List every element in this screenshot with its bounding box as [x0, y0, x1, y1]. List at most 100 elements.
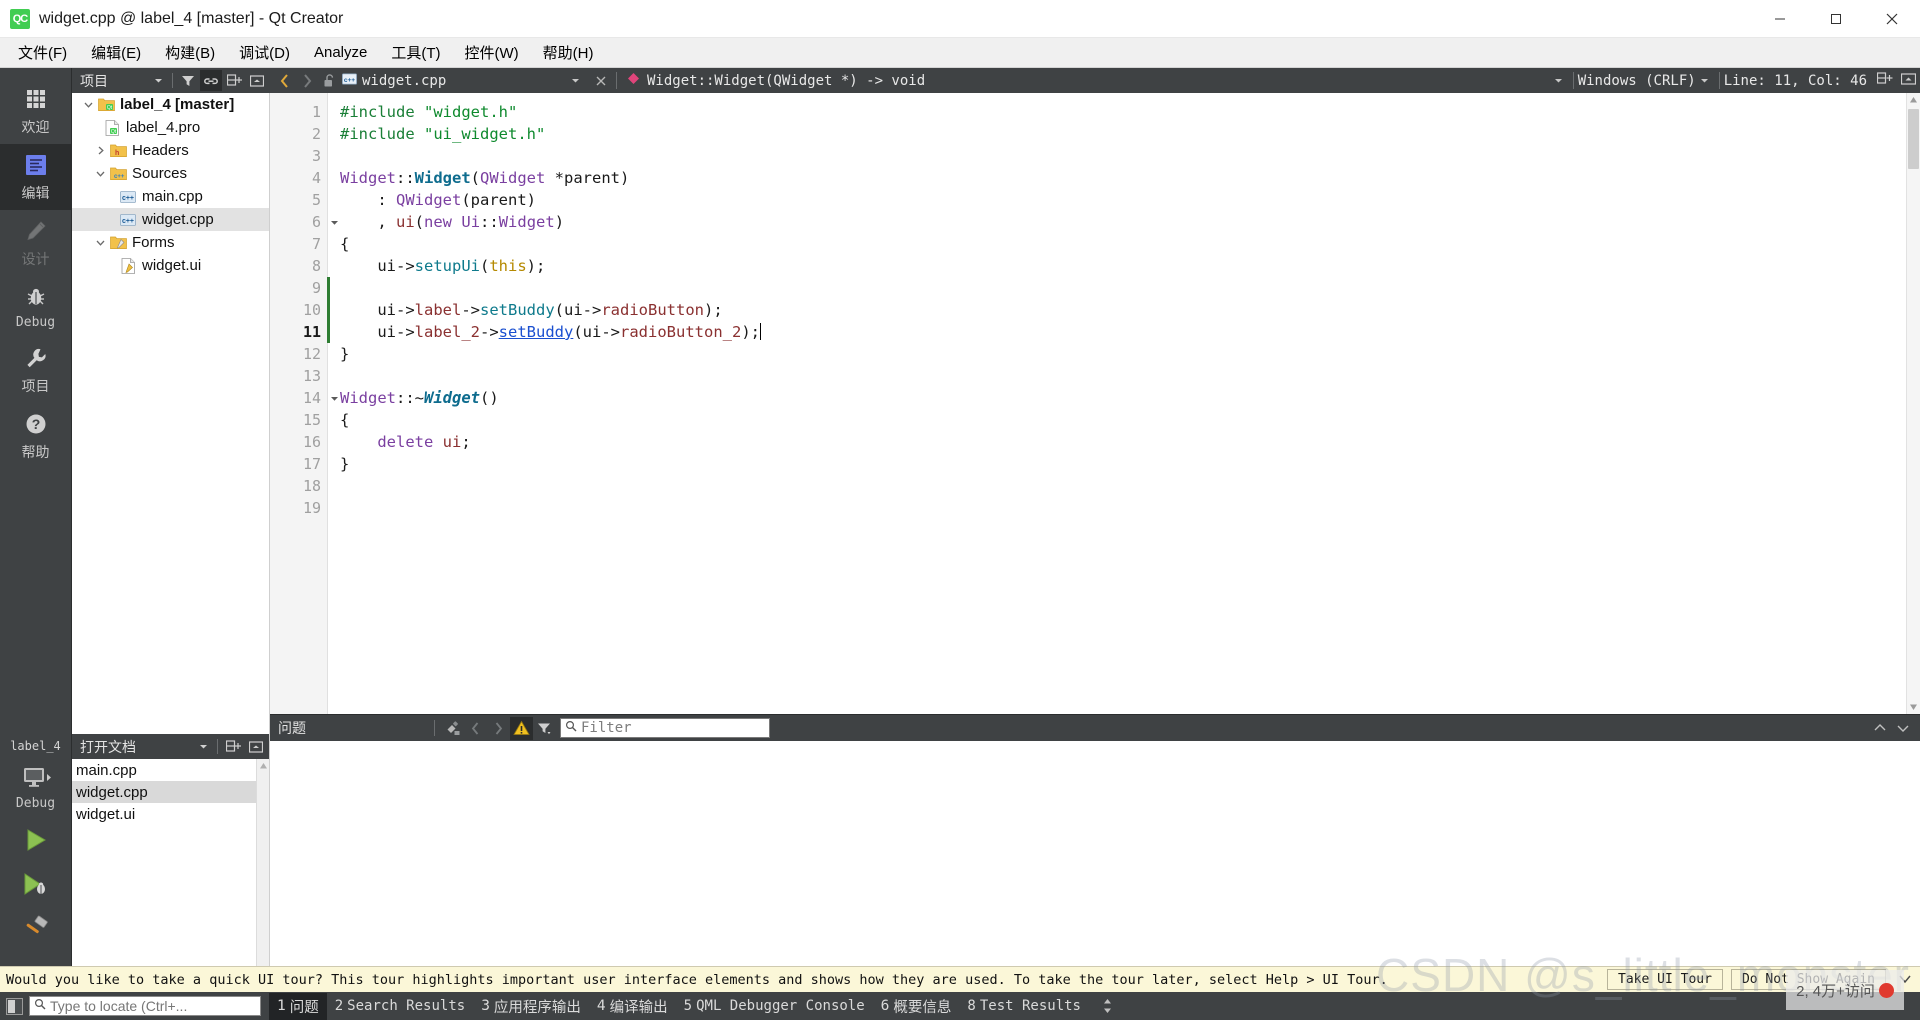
open-doc-item[interactable]: widget.ui — [72, 803, 269, 825]
scroll-up-icon[interactable] — [257, 759, 269, 773]
mode-item-help[interactable]: ? 帮助 — [0, 403, 71, 469]
tree-node-widget-cpp[interactable]: c++ widget.cpp — [72, 208, 269, 231]
run-button[interactable] — [0, 818, 71, 862]
expander-right-icon[interactable] — [92, 146, 108, 155]
code-line[interactable]: } — [340, 453, 1920, 475]
scroll-up-icon[interactable] — [1907, 93, 1920, 107]
tree-node-project[interactable]: Qt label_4 [master] — [72, 93, 269, 116]
open-doc-item[interactable]: main.cpp — [72, 759, 269, 781]
expander-down-icon[interactable] — [80, 100, 96, 109]
prev-issue-button[interactable] — [464, 717, 487, 740]
mode-item-projects[interactable]: 项目 — [0, 337, 71, 403]
filter-warnings-button[interactable] — [510, 716, 533, 740]
code-line[interactable]: Widget::~Widget() — [340, 387, 1920, 409]
close-banner-button[interactable] — [1894, 974, 1916, 985]
close-split-button[interactable] — [1900, 72, 1917, 90]
code-line[interactable]: { — [340, 233, 1920, 255]
open-documents-list[interactable]: main.cpp widget.cpp widget.ui — [72, 759, 269, 966]
issues-filter-input[interactable]: Filter — [560, 718, 770, 738]
close-issues-button[interactable] — [1891, 717, 1914, 740]
close-dock-button[interactable] — [246, 70, 268, 91]
code-line[interactable] — [340, 497, 1920, 519]
code-line[interactable]: : QWidget(parent) — [340, 189, 1920, 211]
filter-dropdown-button[interactable] — [533, 717, 556, 740]
maximize-button[interactable] — [1808, 0, 1864, 38]
code-line[interactable]: Widget::Widget(QWidget *parent) — [340, 167, 1920, 189]
tree-node-forms[interactable]: Forms — [72, 231, 269, 254]
code-line[interactable]: , ui(new Ui::Widget) — [340, 211, 1920, 233]
code-line[interactable]: ui->label_2->setBuddy(ui->radioButton_2)… — [340, 321, 1920, 343]
code-line[interactable]: #include "widget.h" — [340, 101, 1920, 123]
output-tab-search-results[interactable]: 2 Search Results — [327, 995, 473, 1017]
project-dropdown-button[interactable] — [147, 70, 169, 91]
editor-file-combo[interactable]: c++ widget.cpp — [340, 70, 590, 92]
close-button[interactable] — [1864, 0, 1920, 38]
nav-forward-button[interactable] — [296, 70, 318, 92]
tree-node-pro-file[interactable]: Qt label_4.pro — [72, 116, 269, 139]
code-line[interactable] — [340, 277, 1920, 299]
encoding-dropdown-icon[interactable] — [1700, 72, 1709, 90]
scrollbar-thumb[interactable] — [1908, 109, 1919, 169]
code-line[interactable]: #include "ui_widget.h" — [340, 123, 1920, 145]
project-tree[interactable]: Qt label_4 [master] Qt label_4.pro h Hea… — [72, 93, 270, 734]
opendocs-close-button[interactable] — [245, 736, 267, 757]
tree-node-main-cpp[interactable]: c++ main.cpp — [72, 185, 269, 208]
clear-issues-button[interactable] — [441, 717, 464, 740]
menu-edit[interactable]: 编辑(E) — [79, 38, 153, 67]
issues-list[interactable] — [270, 741, 1920, 966]
menu-build[interactable]: 构建(B) — [153, 38, 227, 67]
code-editor[interactable]: 1 2 3 4 5 6 7 8 9 10 11 12 13 14 15 16 17 18 19 #include "… — [270, 93, 1920, 714]
tree-node-sources[interactable]: c++ Sources — [72, 162, 269, 185]
menu-widgets[interactable]: 控件(W) — [453, 38, 531, 67]
output-tab-test-results[interactable]: 8 Test Results — [959, 995, 1089, 1017]
scroll-down-icon[interactable] — [1907, 700, 1920, 714]
do-not-show-again-button[interactable]: Do Not Show Again — [1730, 969, 1886, 990]
menu-analyze[interactable]: Analyze — [302, 38, 379, 67]
code-line[interactable]: } — [340, 343, 1920, 365]
menu-help[interactable]: 帮助(H) — [531, 38, 606, 67]
code-line[interactable]: delete ui; — [340, 431, 1920, 453]
line-ending-dropdown-icon[interactable] — [1554, 72, 1563, 90]
code-text-area[interactable]: #include "widget.h" #include "ui_widget.h… — [328, 93, 1920, 714]
output-pane-updown-button[interactable] — [1097, 998, 1117, 1014]
editor-file-dropdown-icon[interactable] — [571, 73, 580, 89]
menu-tools[interactable]: 工具(T) — [379, 38, 452, 67]
editor-vertical-scrollbar[interactable] — [1906, 93, 1920, 714]
menu-debug[interactable]: 调试(D) — [227, 38, 302, 67]
tree-node-headers[interactable]: h Headers — [72, 139, 269, 162]
mode-item-debug[interactable]: Debug — [0, 276, 71, 337]
opendocs-scrollbar[interactable] — [256, 759, 269, 966]
code-line[interactable] — [340, 475, 1920, 497]
sidebar-toggle-button[interactable] — [6, 997, 23, 1015]
mode-item-welcome[interactable]: 欢迎 — [0, 78, 71, 144]
minimize-button[interactable] — [1752, 0, 1808, 38]
build-button[interactable] — [0, 906, 71, 950]
close-editor-button[interactable] — [590, 70, 612, 92]
output-tab-compile-output[interactable]: 4 编译输出 — [589, 993, 676, 1020]
symbol-combo[interactable]: Widget::Widget(QWidget *) -> void — [621, 72, 1550, 89]
code-line[interactable]: ui->setupUi(this); — [340, 255, 1920, 277]
expander-down-icon[interactable] — [92, 169, 108, 178]
mode-item-edit[interactable]: 编辑 — [0, 144, 71, 210]
code-line[interactable]: ui->label->setBuddy(ui->radioButton); — [340, 299, 1920, 321]
take-ui-tour-button[interactable]: Take UI Tour — [1607, 969, 1723, 990]
code-line[interactable] — [340, 365, 1920, 387]
expander-down-icon[interactable] — [92, 238, 108, 247]
sync-with-editor-button[interactable] — [200, 70, 222, 91]
kit-selector[interactable]: Debug — [0, 757, 71, 818]
open-doc-item[interactable]: widget.cpp — [72, 781, 269, 803]
lock-toggle-button[interactable] — [318, 70, 340, 92]
split-editor-button[interactable] — [1876, 71, 1893, 90]
menu-file[interactable]: 文件(F) — [6, 38, 79, 67]
code-line[interactable]: { — [340, 409, 1920, 431]
split-dock-button[interactable] — [223, 70, 245, 91]
opendocs-split-button[interactable] — [222, 736, 244, 757]
maximize-issues-button[interactable] — [1868, 717, 1891, 740]
locator-input[interactable]: Type to locate (Ctrl+... — [29, 996, 261, 1016]
debug-button[interactable] — [0, 862, 71, 906]
output-tab-app-output[interactable]: 3 应用程序输出 — [473, 993, 589, 1020]
output-tab-issues[interactable]: 1 问题 — [269, 992, 327, 1020]
next-issue-button[interactable] — [487, 717, 510, 740]
tree-node-widget-ui[interactable]: widget.ui — [72, 254, 269, 277]
output-tab-general-messages[interactable]: 6 概要信息 — [873, 993, 960, 1020]
